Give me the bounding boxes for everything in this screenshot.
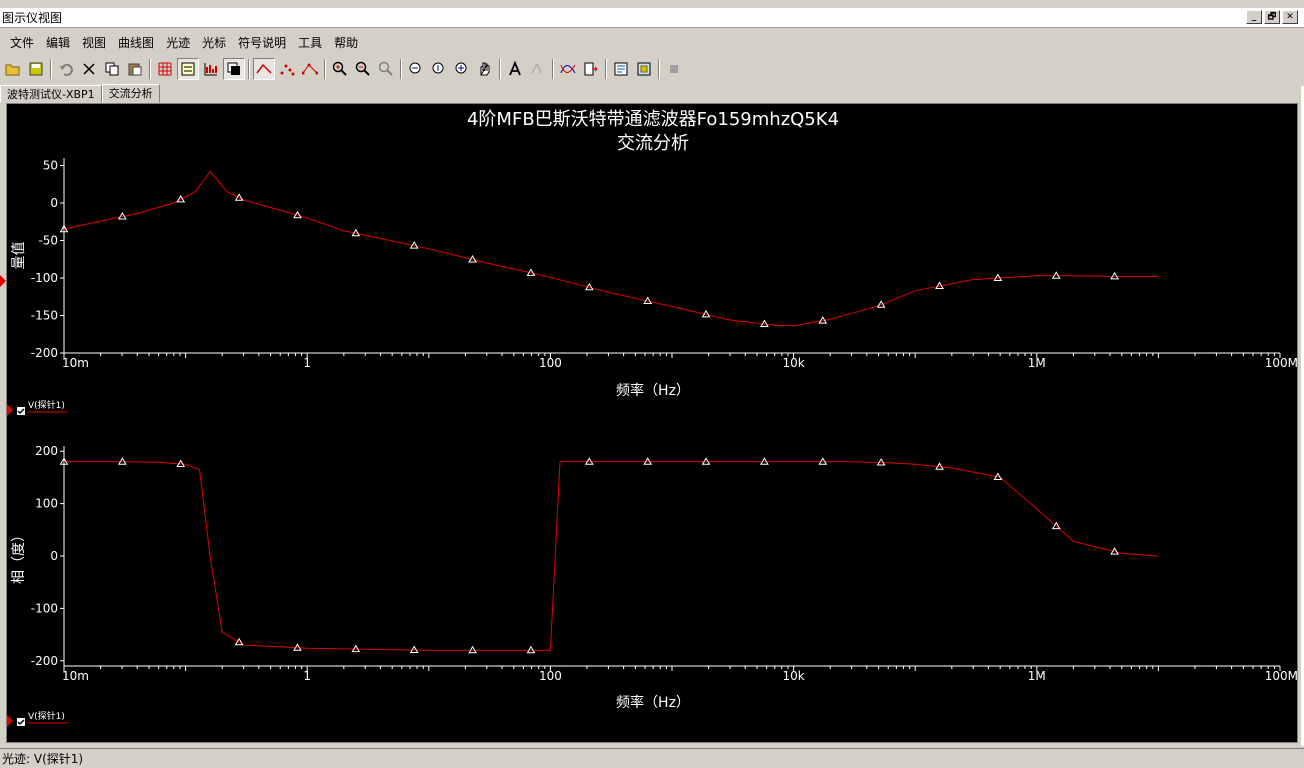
chart-subtitle: 交流分析 (617, 133, 689, 154)
pan-hand-icon[interactable] (474, 58, 496, 80)
toolbar-separator (400, 59, 402, 79)
series-line-phase (64, 461, 1159, 651)
x-tick-label: 10m (62, 669, 89, 683)
print-preview-icon[interactable] (610, 58, 632, 80)
y-tick-label: -50 (38, 234, 58, 248)
app-window: 图示仪视图 _ 🗗 ✕ 文件 编辑 视图 曲线图 光迹 光标 符号说明 工具 帮… (0, 0, 1304, 768)
window-controls: _ 🗗 ✕ (1246, 10, 1298, 24)
toolbar (0, 57, 1304, 81)
restore-button[interactable]: 🗗 (1264, 10, 1280, 24)
menu-cursor[interactable]: 光标 (196, 32, 232, 54)
x-tick-label: 100 (539, 356, 562, 370)
y-tick-label: -100 (31, 601, 58, 615)
tab-bode-plotter[interactable]: 波特测试仪-XBP1 (0, 85, 102, 103)
dot-trace-icon[interactable] (276, 58, 298, 80)
save-icon[interactable] (25, 58, 47, 80)
menu-edit[interactable]: 编辑 (40, 32, 76, 54)
zoom-fit-icon[interactable] (375, 58, 397, 80)
x-tick-label: 10k (782, 669, 804, 683)
trace-props-icon[interactable] (557, 58, 579, 80)
zoom-y-icon[interactable] (428, 58, 450, 80)
y-tick-label: 100 (35, 497, 58, 511)
toolbar-separator (50, 59, 52, 79)
menu-view[interactable]: 视图 (76, 32, 112, 54)
x-tick-label: 1M (1028, 669, 1046, 683)
stop-icon (663, 58, 685, 80)
x-tick-label: 100M (1265, 669, 1298, 683)
x-tick-label: 1M (1028, 356, 1046, 370)
tab-ac-analysis[interactable]: 交流分析 (101, 84, 160, 103)
x-tick-label: 100 (539, 669, 562, 683)
data-point-marker (1051, 271, 1061, 279)
series-line-magnitude (63, 170, 1159, 327)
cut-icon[interactable] (78, 58, 100, 80)
title-bar: 图示仪视图 _ 🗗 ✕ (0, 8, 1304, 28)
x-tick-label: 10k (782, 356, 804, 370)
y-tick-label: -100 (31, 271, 58, 285)
paste-icon[interactable] (124, 58, 146, 80)
line-dot-trace-icon[interactable] (299, 58, 321, 80)
menu-file[interactable]: 文件 (4, 32, 40, 54)
legend-label: V(探针1) (28, 710, 65, 722)
export-icon[interactable] (580, 58, 602, 80)
text-icon[interactable] (504, 58, 526, 80)
close-button[interactable]: ✕ (1282, 10, 1298, 24)
toolbar-separator (552, 59, 554, 79)
legend-icon[interactable] (177, 58, 199, 80)
minimize-button[interactable]: _ (1246, 10, 1262, 24)
menu-legend[interactable]: 符号说明 (232, 32, 292, 54)
menu-graph[interactable]: 曲线图 (112, 32, 160, 54)
toolbar-separator (658, 59, 660, 79)
status-bar: 光迹: V(探针1) (0, 748, 1304, 768)
undo-icon[interactable] (55, 58, 77, 80)
copy-icon[interactable] (101, 58, 123, 80)
legend-marker-icon (7, 404, 13, 416)
bode-chart: 4阶MFB巴斯沃特带通滤波器Fo159mhzQ5K4 交流分析 50 0 -50 -100… (7, 109, 1298, 727)
toolbar-separator (499, 59, 501, 79)
menu-bar: 文件 编辑 视图 曲线图 光迹 光标 符号说明 工具 帮助 (0, 32, 1304, 54)
background-icon[interactable] (223, 58, 245, 80)
window-title: 图示仪视图 (2, 11, 63, 25)
zoom-out-icon[interactable] (352, 58, 374, 80)
grid-icon[interactable] (154, 58, 176, 80)
x-tick-label: 10m (62, 356, 89, 370)
tab-strip: 波特测试仪-XBP1 交流分析 (0, 84, 160, 103)
toolbar-separator (605, 59, 607, 79)
y-tick-label: 0 (50, 196, 58, 210)
x-tick-label: 1 (303, 669, 311, 683)
chart-icon[interactable] (200, 58, 222, 80)
menu-tools[interactable]: 工具 (292, 32, 328, 54)
line-trace-icon[interactable] (253, 58, 275, 80)
y-tick-label: -150 (31, 309, 58, 323)
menu-help[interactable]: 帮助 (328, 32, 364, 54)
zoom-x-icon[interactable] (405, 58, 427, 80)
x-axis-title: 频率（Hz） (616, 694, 690, 711)
x-tick-label: 1 (303, 356, 311, 370)
y-tick-label: -200 (31, 654, 58, 668)
open-icon[interactable] (2, 58, 24, 80)
properties-icon[interactable] (633, 58, 655, 80)
data-point-marker (468, 645, 477, 654)
zoom-in-icon[interactable] (329, 58, 351, 80)
toolbar-separator (149, 59, 151, 79)
status-text: 光迹: V(探针1) (2, 752, 84, 766)
y-axis-title: 相（度） (11, 528, 27, 584)
y-tick-label: -200 (31, 346, 58, 360)
y-tick-label: 200 (35, 444, 58, 458)
y-tick-label: 50 (43, 159, 58, 173)
toolbar-separator (324, 59, 326, 79)
probe-label-icon[interactable] (527, 58, 549, 80)
plot-area[interactable]: 4阶MFB巴斯沃特带通滤波器Fo159mhzQ5K4 交流分析 50 0 -50 -100… (6, 103, 1298, 743)
data-point-marker (526, 645, 536, 654)
y-axis-title: 量值 (11, 242, 27, 270)
legend-label: V(探针1) (28, 399, 65, 411)
y-tick-label: 0 (50, 549, 58, 563)
chart-title: 4阶MFB巴斯沃特带通滤波器Fo159mhzQ5K4 (467, 109, 839, 130)
legend-marker-icon (7, 715, 13, 727)
x-tick-label: 100M (1265, 356, 1298, 370)
x-axis-title: 频率（Hz） (616, 382, 690, 399)
menu-trace[interactable]: 光迹 (160, 32, 196, 54)
toolbar-separator (248, 59, 250, 79)
zoom-full-icon[interactable] (451, 58, 473, 80)
